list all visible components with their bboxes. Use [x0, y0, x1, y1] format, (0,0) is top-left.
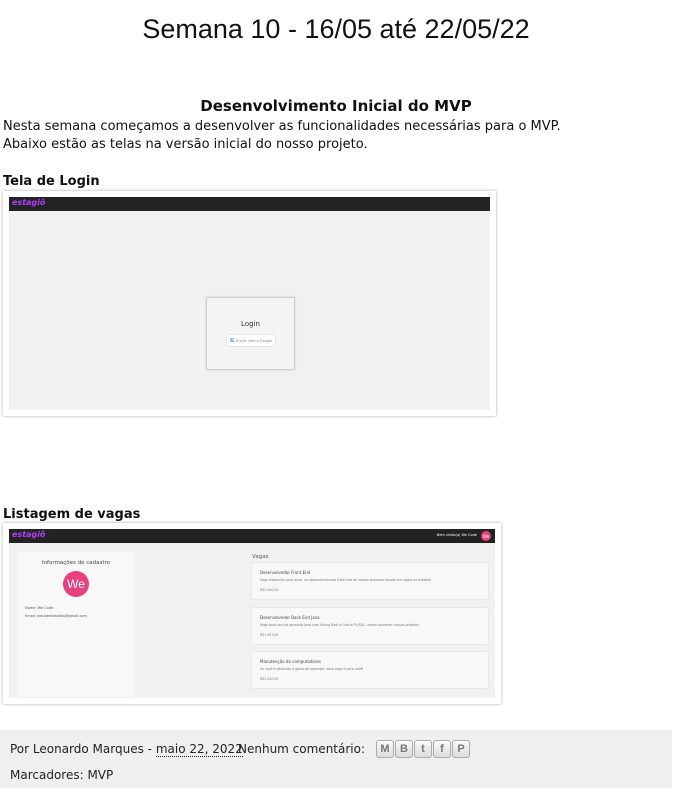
blogger-icon[interactable]: B — [395, 740, 413, 758]
pinterest-icon[interactable]: P — [452, 740, 470, 758]
job-salary: R$2.000,00 — [260, 588, 279, 592]
google-button-label: Entrar com o Google — [236, 338, 273, 343]
comments-link[interactable]: Nenhum comentário: — [238, 742, 365, 756]
section-label-jobs: Listagem de vagas — [3, 507, 141, 522]
login-title: Login — [241, 320, 260, 328]
job-card: Desenvolvedor Back End Java Vaga back en… — [252, 608, 488, 644]
label-link-mvp[interactable]: MVP — [87, 768, 113, 782]
post-byline: Por Leonardo Marques - maio 22, 2022 — [10, 742, 243, 757]
app-logo: estagiô — [12, 198, 46, 207]
section-label-login: Tela de Login — [3, 174, 100, 189]
login-card: Login G Entrar com o Google — [206, 297, 295, 370]
twitter-icon[interactable]: t — [414, 740, 432, 758]
facebook-icon[interactable]: f — [433, 740, 451, 758]
app-navbar: estagiô — [9, 197, 490, 211]
job-card: Desenvolvedor Front End Vaga disponível … — [252, 563, 488, 599]
profile-title: Informações de cadastro — [41, 560, 111, 566]
post-date-link[interactable]: maio 22, 2022 — [155, 742, 243, 757]
jobs-screen: estagiô Bem vindo(a) We Code We Informaç… — [9, 529, 495, 698]
job-description: Se você é dedicado a gosta de aprender, … — [260, 667, 364, 671]
post-labels: Marcadores: MVP — [10, 768, 113, 782]
navbar-avatar: We — [481, 531, 491, 541]
job-salary: R$1.200,00 — [260, 677, 279, 681]
login-screenshot[interactable]: estagiô Login G Entrar com o Google — [3, 191, 496, 416]
app-navbar: estagiô Bem vindo(a) We Code We — [9, 529, 495, 543]
post-footer: Por Leonardo Marques - maio 22, 2022 Nen… — [0, 730, 672, 788]
job-title: Desenvolvedor Back End Java — [260, 615, 320, 620]
author-label: Por Leonardo Marques - — [10, 742, 156, 756]
job-salary: R$1.507,00 — [260, 633, 279, 637]
app-logo: estagiô — [12, 530, 46, 539]
user-greeting: Bem vindo(a) We Code — [436, 533, 477, 537]
google-icon: G — [230, 337, 235, 344]
page-title: Semana 10 - 16/05 até 22/05/22 — [142, 14, 530, 44]
job-description: Vaga back end de aprendiz Java com Sprin… — [260, 623, 420, 627]
labels-prefix: Marcadores: — [10, 768, 88, 782]
avatar: We — [63, 571, 89, 597]
post-intro: Nesta semana começamos a desenvolver as … — [3, 118, 561, 154]
share-buttons: M B t f P — [376, 740, 470, 758]
email-icon[interactable]: M — [376, 740, 394, 758]
jobs-screenshot[interactable]: estagiô Bem vindo(a) We Code We Informaç… — [3, 523, 501, 704]
profile-name: Nome: We Code — [25, 606, 54, 610]
post-heading: Desenvolvimento Inicial do MVP — [200, 97, 472, 115]
jobs-title: Vagas — [252, 554, 269, 560]
profile-email: Email: wecodetrabalho@gmail.com — [25, 614, 87, 618]
google-signin-button: G Entrar com o Google — [227, 335, 275, 346]
job-title: Manutenção de computadores — [260, 659, 321, 664]
job-description: Vaga disponível para atuar no desenvolvi… — [260, 578, 432, 582]
intro-line-1: Nesta semana começamos a desenvolver as … — [3, 119, 561, 134]
job-title: Desenvolvedor Front End — [260, 570, 311, 575]
login-screen: estagiô Login G Entrar com o Google — [9, 197, 490, 410]
job-card: Manutenção de computadores Se você é ded… — [252, 652, 488, 688]
profile-card: Informações de cadastro We Nome: We Code… — [17, 552, 135, 697]
intro-line-2: Abaixo estão as telas na versão inicial … — [3, 137, 368, 152]
